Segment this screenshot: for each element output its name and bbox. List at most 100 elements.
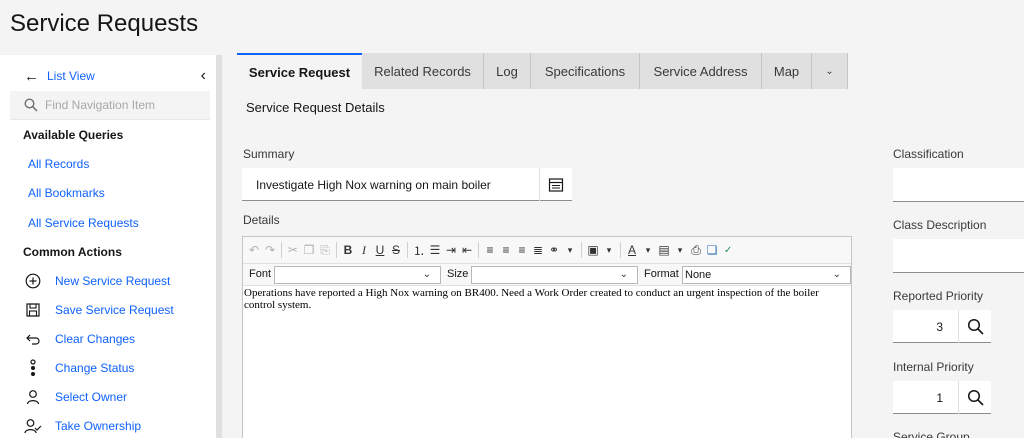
size-label: Size	[447, 268, 469, 280]
chevron-down-icon: ⌄	[832, 269, 841, 280]
action-clear-changes[interactable]: Clear Changes	[24, 330, 135, 348]
action-select-owner[interactable]: Select Owner	[24, 388, 127, 406]
spellcheck-icon[interactable]: ✓	[720, 240, 736, 260]
undo-icon[interactable]: ↶	[246, 240, 262, 260]
action-label: New Service Request	[55, 274, 171, 288]
underline-icon[interactable]: U	[372, 240, 388, 260]
redo-icon[interactable]: ↷	[262, 240, 278, 260]
strikethrough-icon[interactable]: S	[388, 240, 404, 260]
format-label: Format	[644, 268, 679, 280]
font-select[interactable]: ⌄	[274, 266, 441, 284]
add-circle-icon	[24, 272, 42, 290]
section-title: Service Request Details	[246, 100, 385, 115]
toolbar-divider	[336, 242, 337, 258]
tab-specifications[interactable]: Specifications	[531, 53, 640, 89]
more-tabs-button[interactable]: ⌄	[812, 53, 848, 89]
user-icon	[24, 388, 42, 406]
page-title: Service Requests	[10, 10, 199, 37]
page: Service Requests ← List View ‹ Available…	[0, 0, 1024, 438]
image-icon[interactable]: ▣	[585, 240, 601, 260]
record-tabs: Service Request Related Records Log Spec…	[237, 53, 848, 89]
query-all-bookmarks[interactable]: All Bookmarks	[28, 186, 105, 200]
summary-value: Investigate High Nox warning on main boi…	[256, 178, 491, 192]
align-justify-icon[interactable]: ≣	[530, 240, 546, 260]
document-icon[interactable]: ⎙	[688, 240, 704, 260]
reported-priority-lookup-button[interactable]	[958, 310, 991, 343]
outdent-icon[interactable]: ⇤	[459, 240, 475, 260]
long-description-button[interactable]	[539, 168, 572, 201]
query-all-records[interactable]: All Records	[28, 157, 89, 171]
toolbar-divider	[478, 242, 480, 258]
toolbar-divider	[581, 242, 583, 258]
find-navigation-input[interactable]	[45, 98, 205, 112]
align-center-icon[interactable]: ≡	[514, 240, 530, 260]
summary-field[interactable]: Investigate High Nox warning on main boi…	[242, 168, 572, 201]
italic-icon[interactable]: I	[356, 240, 372, 260]
action-label: Change Status	[55, 361, 135, 375]
chevron-down-icon[interactable]: ▾	[562, 240, 578, 260]
action-take-ownership[interactable]: Take Ownership	[24, 417, 141, 435]
indent-icon[interactable]: ⇥	[443, 240, 459, 260]
action-save-service-request[interactable]: Save Service Request	[24, 301, 174, 319]
tab-related-records[interactable]: Related Records	[362, 53, 484, 89]
internal-priority-lookup-button[interactable]	[958, 381, 991, 414]
chevron-down-icon[interactable]: ▾	[640, 240, 656, 260]
chevron-down-icon: ⌄	[422, 269, 431, 280]
align-right-icon[interactable]: ≡	[498, 240, 514, 260]
common-actions-heading: Common Actions	[23, 245, 122, 259]
bullet-list-icon[interactable]: ☰	[427, 240, 443, 260]
tab-log[interactable]: Log	[484, 53, 531, 89]
long-description-icon	[548, 177, 564, 192]
align-left-icon[interactable]: ≡	[482, 240, 498, 260]
chevron-down-icon: ⌄	[825, 65, 834, 77]
undo-icon	[24, 330, 42, 348]
status-icon	[24, 359, 42, 377]
action-label: Select Owner	[55, 390, 128, 404]
action-label: Clear Changes	[55, 332, 136, 346]
reported-priority-value: 3	[936, 320, 943, 334]
tab-map[interactable]: Map	[762, 53, 812, 89]
details-text-area[interactable]: Operations have reported a High Nox warn…	[244, 287, 844, 311]
action-label: Take Ownership	[55, 419, 142, 433]
format-select[interactable]: None ⌄	[682, 266, 851, 284]
collapse-sidebar-icon[interactable]: ‹	[201, 67, 206, 85]
numbered-list-icon[interactable]: ⒈	[411, 240, 427, 260]
search-icon	[24, 98, 38, 112]
paste-icon[interactable]: ⎘	[317, 240, 333, 260]
toolbar-divider	[407, 242, 408, 258]
tab-service-request[interactable]: Service Request	[237, 53, 362, 89]
text-color-icon[interactable]: A	[624, 240, 640, 260]
sidebar-scrollbar[interactable]	[216, 55, 222, 438]
internal-priority-value: 1	[936, 391, 943, 405]
chevron-down-icon[interactable]: ▾	[672, 240, 688, 260]
copy-icon[interactable]: ❐	[301, 240, 317, 260]
font-label: Font	[249, 268, 272, 280]
reported-priority-label: Reported Priority	[893, 289, 984, 303]
search-icon	[967, 318, 984, 335]
chevron-down-icon[interactable]: ▾	[601, 240, 617, 260]
list-view-label: List View	[47, 69, 95, 83]
nav-search-box[interactable]	[10, 91, 210, 120]
tab-service-address[interactable]: Service Address	[640, 53, 762, 89]
paste-from-word-icon[interactable]: ❏	[704, 240, 720, 260]
navigation-sidebar: ← List View ‹ Available Queries All Reco…	[0, 55, 222, 438]
link-icon[interactable]: ⚭	[546, 240, 562, 260]
user-check-icon	[24, 417, 42, 435]
format-value: None	[685, 269, 712, 281]
cut-icon[interactable]: ✂	[285, 240, 301, 260]
size-select[interactable]: ⌄	[471, 266, 638, 284]
service-group-label: Service Group	[893, 430, 970, 438]
reported-priority-field[interactable]: 3	[893, 310, 991, 343]
highlight-color-icon[interactable]: ▤	[656, 240, 672, 260]
details-rich-text-editor: ↶ ↷ ✂ ❐ ⎘ B I U S ⒈ ☰ ⇥ ⇤ ≡ ≡ ≡ ≣ ⚭ ▾ ▣ …	[242, 236, 852, 438]
chevron-down-icon: ⌄	[619, 269, 628, 280]
internal-priority-field[interactable]: 1	[893, 381, 991, 414]
action-new-service-request[interactable]: New Service Request	[24, 272, 170, 290]
list-view-link[interactable]: ← List View ‹	[24, 67, 214, 85]
class-description-field[interactable]	[893, 239, 1024, 273]
action-change-status[interactable]: Change Status	[24, 359, 134, 377]
classification-field[interactable]	[893, 168, 1024, 202]
bold-icon[interactable]: B	[340, 240, 356, 260]
classification-label: Classification	[893, 147, 964, 161]
query-all-service-requests[interactable]: All Service Requests	[28, 216, 139, 230]
